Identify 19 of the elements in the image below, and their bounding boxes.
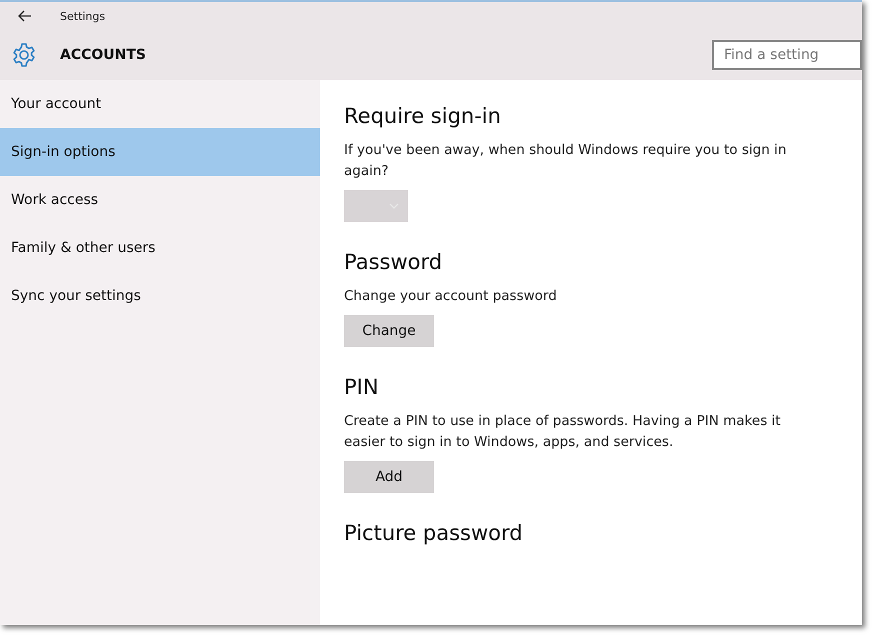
- sidebar-item[interactable]: Sign-in options: [0, 128, 320, 176]
- back-arrow-icon[interactable]: [18, 10, 32, 22]
- section-description: Create a PIN to use in place of passwords. Having a PIN makes it easier to sign in to Windows, apps, and services.: [344, 412, 782, 452]
- section-heading: Require sign-in: [344, 104, 502, 128]
- sidebar-item[interactable]: Family & other users: [0, 224, 320, 272]
- action-button[interactable]: Add: [344, 461, 434, 493]
- sidebar-item[interactable]: Work access: [0, 176, 320, 224]
- section-heading: PIN: [344, 375, 380, 399]
- section-heading: Password: [344, 250, 444, 274]
- window-title: Settings: [60, 10, 106, 22]
- section-description: If you've been away, when should Windows require you to sign in again?: [344, 141, 788, 181]
- sidebar-item[interactable]: Your account: [0, 80, 320, 128]
- search-field[interactable]: Find a setting: [712, 40, 862, 70]
- page-title: ACCOUNTS: [60, 47, 146, 63]
- sidebar-item[interactable]: Sync your settings: [0, 272, 320, 320]
- section-description: Change your account password: [344, 287, 558, 306]
- settings-icon: [11, 42, 37, 68]
- section-heading: Picture password: [344, 521, 524, 545]
- action-button[interactable]: Change: [344, 315, 434, 347]
